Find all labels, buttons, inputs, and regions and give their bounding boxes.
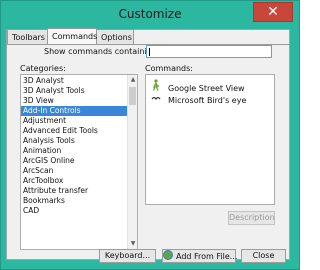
tab-commands[interactable]: Commands [47, 28, 97, 44]
list-item[interactable]: ArcGIS Online [21, 156, 128, 166]
command-item-label: Google Street View [168, 84, 245, 93]
list-item[interactable]: ArcScan [21, 166, 128, 176]
commands-list[interactable]: Google Street View Microsoft Bird's eye [145, 74, 275, 205]
list-item[interactable]: Attribute transfer [21, 186, 128, 196]
command-item[interactable]: Google Street View [150, 79, 245, 93]
description-button[interactable]: Description [228, 211, 275, 225]
tab-options[interactable]: Options [96, 29, 134, 44]
list-item[interactable]: Advanced Edit Tools [21, 126, 128, 136]
scrollbar-thumb[interactable] [129, 87, 136, 105]
bird-icon [150, 94, 162, 108]
categories-list[interactable]: 3D Analyst 3D Analyst Tools 3D View Add-… [20, 74, 138, 250]
list-item[interactable]: 3D View [21, 96, 128, 106]
title-bar[interactable]: Customize ✕ [1, 1, 299, 29]
command-item-label: Microsoft Bird's eye [168, 96, 247, 105]
list-item[interactable]: Analysis Tools [21, 136, 128, 146]
close-button[interactable]: Close [241, 249, 286, 263]
categories-scrollbar[interactable]: ▲ ▼ [127, 75, 137, 249]
scroll-down-icon[interactable]: ▼ [129, 240, 137, 248]
commands-label: Commands: [145, 64, 193, 73]
list-item-selected[interactable]: Add-In Controls [21, 106, 128, 116]
list-item[interactable]: ArcToolbox [21, 176, 128, 186]
add-from-file-button[interactable]: Add From File... [162, 249, 238, 263]
scroll-up-icon[interactable]: ▲ [129, 76, 137, 84]
search-input[interactable] [146, 45, 272, 58]
keyboard-button[interactable]: Keyboard... [99, 249, 156, 263]
command-item[interactable]: Microsoft Bird's eye [150, 94, 246, 108]
list-item[interactable]: 3D Analyst Tools [21, 86, 128, 96]
window-close-button[interactable]: ✕ [253, 2, 293, 22]
globe-icon [163, 250, 173, 260]
text-caret [149, 48, 150, 56]
add-from-file-label: Add From File... [176, 252, 238, 261]
list-item[interactable]: CAD [21, 206, 128, 216]
tab-toolbars[interactable]: Toolbars [7, 29, 48, 44]
list-item[interactable]: Bookmarks [21, 196, 128, 206]
close-icon: ✕ [267, 4, 279, 20]
search-label: Show commands containing: [44, 47, 160, 56]
list-item[interactable]: 3D Analyst [21, 76, 128, 86]
list-item[interactable]: Adjustment [21, 116, 128, 126]
categories-label: Categories: [20, 64, 66, 73]
list-item[interactable]: Animation [21, 146, 128, 156]
